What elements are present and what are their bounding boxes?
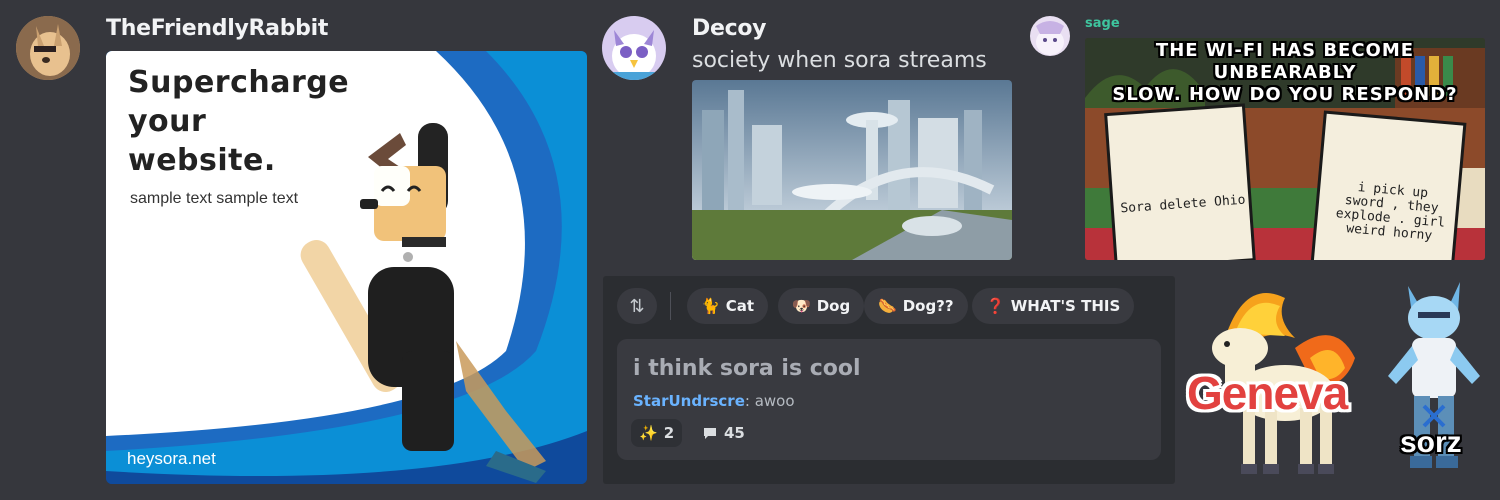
chat-bubble-icon xyxy=(704,427,716,439)
post-preview: StarUndrscre: awoo xyxy=(633,392,795,410)
ad-site-link[interactable]: heysora.net xyxy=(127,449,216,469)
avatar-sage[interactable] xyxy=(1030,16,1070,56)
city-image[interactable] xyxy=(692,80,1012,260)
ad-image[interactable]: Supercharge your website. sample text sa… xyxy=(106,51,587,484)
ponyta-sticker[interactable]: Geneva xyxy=(1185,278,1380,484)
sparkles-icon: ✨ xyxy=(639,424,658,442)
meme-image[interactable]: THE WI-FI HAS BECOME UNBEARABLY SLOW. HO… xyxy=(1085,38,1485,260)
character-avatar-icon xyxy=(1030,16,1070,56)
forum-panel: ⇅ 🐈 Cat 🐶 Dog 🌭 Dog?? ❓ WHAT'S THIS i th… xyxy=(603,276,1175,484)
meme-caption: THE WI-FI HAS BECOME UNBEARABLY SLOW. HO… xyxy=(1112,40,1458,105)
tag-label: Cat xyxy=(725,297,754,315)
post-preview-text: awoo xyxy=(754,392,795,410)
ad-headline: Supercharge your website. xyxy=(128,65,350,178)
dog-icon: 🐶 xyxy=(792,297,811,315)
tag-cat[interactable]: 🐈 Cat xyxy=(687,288,768,324)
username[interactable]: TheFriendlyRabbit xyxy=(106,16,328,41)
username[interactable]: Decoy xyxy=(692,16,766,41)
tag-dog-question[interactable]: 🌭 Dog?? xyxy=(864,288,968,324)
sort-arrows-icon: ⇅ xyxy=(629,295,645,317)
owl-avatar-icon xyxy=(602,16,666,80)
post-author[interactable]: StarUndrscre xyxy=(633,392,745,410)
message-text: society when sora streams xyxy=(692,48,987,73)
tag-label: WHAT'S THIS xyxy=(1010,297,1121,315)
divider xyxy=(670,292,671,320)
tag-dog[interactable]: 🐶 Dog xyxy=(778,288,865,324)
avatar-decoy[interactable] xyxy=(602,16,666,80)
rabbit-avatar-icon xyxy=(16,16,80,80)
forum-post[interactable]: i think sora is cool StarUndrscre: awoo … xyxy=(617,339,1161,460)
wolf-sticker[interactable]: sorz xyxy=(1378,276,1490,484)
tag-whats-this[interactable]: ❓ WHAT'S THIS xyxy=(972,288,1135,324)
tag-label: Dog xyxy=(816,297,851,315)
sort-button[interactable]: ⇅ xyxy=(617,288,657,324)
ad-subtext: sample text sample text xyxy=(130,190,299,207)
question-icon: ❓ xyxy=(986,297,1005,315)
post-title[interactable]: i think sora is cool xyxy=(633,356,861,381)
sticker-text-sorz: sorz xyxy=(1400,426,1462,459)
cat-icon: 🐈 xyxy=(701,297,720,315)
tag-label: Dog?? xyxy=(902,297,954,315)
reaction-sparkles[interactable]: ✨ 2 xyxy=(631,419,683,447)
futuristic-city-illustration xyxy=(692,80,1012,260)
avatar-thefriendlyrabbit[interactable] xyxy=(16,16,80,80)
reaction-count: 2 xyxy=(663,424,675,442)
sticker-text-geneva: Geneva xyxy=(1187,367,1348,419)
hotdog-icon: 🌭 xyxy=(878,297,897,315)
reply-count: 45 xyxy=(703,424,745,442)
username[interactable]: sage xyxy=(1085,16,1120,31)
